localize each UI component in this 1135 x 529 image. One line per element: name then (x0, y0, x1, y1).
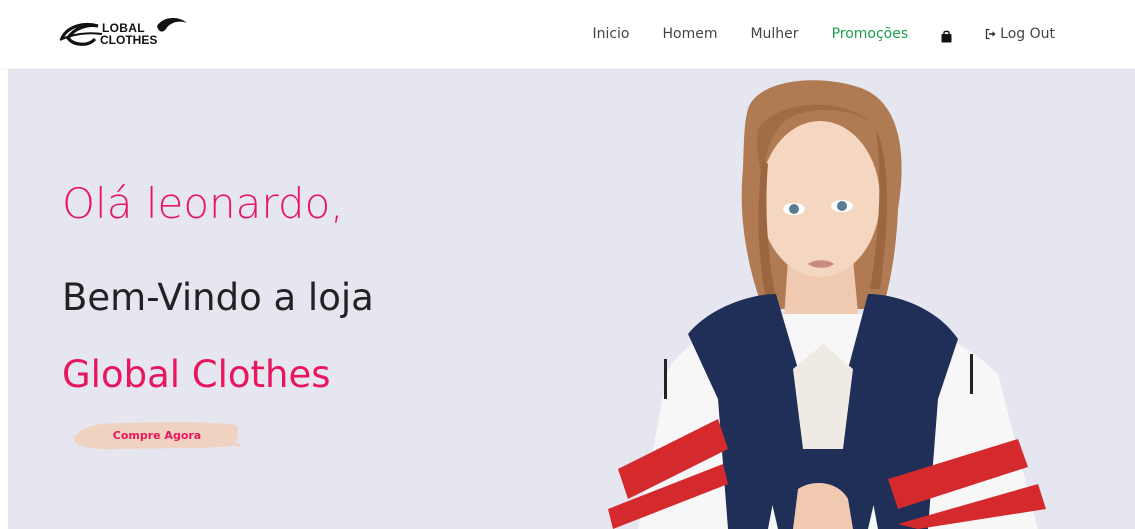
shop-now-label: Compre Agora (112, 428, 202, 442)
logo-text-line2: CLOTHES (100, 33, 158, 47)
nav-link-mulher[interactable]: Mulher (750, 26, 798, 42)
main-nav: Inicio Homem Mulher Promoções Log Out (559, 0, 1055, 68)
hero-banner: Olá leonardo, Bem-Vindo a loja Global Cl… (8, 69, 1135, 529)
logout-button[interactable]: Log Out (985, 26, 1055, 42)
logo-swoosh-icon (59, 22, 103, 46)
hero-model-image (608, 80, 1046, 529)
hero-greeting: Olá leonardo, (62, 179, 344, 228)
shopping-bag-icon[interactable] (941, 28, 952, 42)
nav-link-promocoes[interactable]: Promoções (832, 26, 909, 42)
hero-welcome: Bem-Vindo a loja (62, 276, 374, 319)
brand-logo[interactable]: LOBAL CLOTHES (58, 14, 198, 54)
nav-link-inicio[interactable]: Inicio (592, 26, 629, 42)
logout-label: Log Out (1000, 26, 1055, 42)
nav-link-homem[interactable]: Homem (662, 26, 717, 42)
hero-brand-name: Global Clothes (62, 353, 331, 396)
shop-now-button[interactable]: Compre Agora (72, 416, 242, 454)
logo-eye-icon (157, 17, 187, 32)
top-navbar: LOBAL CLOTHES Inicio Homem Mulher Promoç… (0, 0, 1135, 68)
sign-out-icon (986, 28, 996, 40)
